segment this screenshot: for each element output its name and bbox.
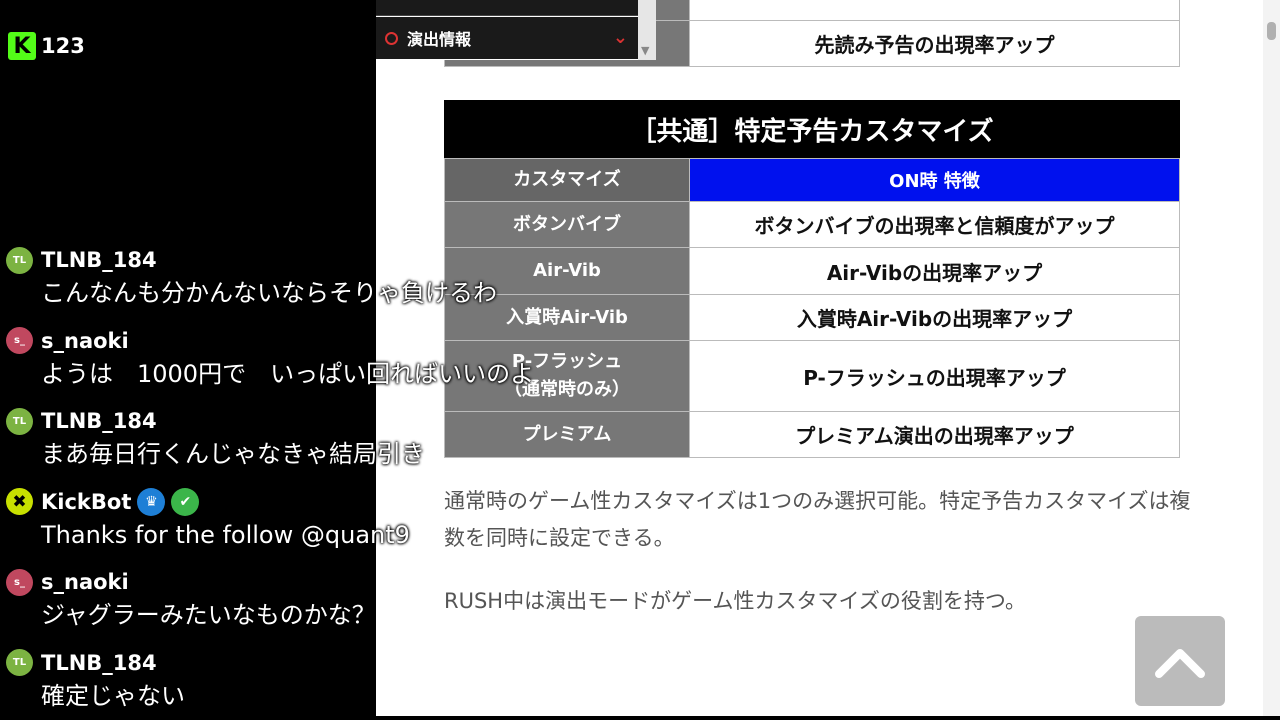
kick-logo-icon: K [8, 32, 36, 60]
page-scrollbar[interactable] [1263, 0, 1280, 716]
viewer-badge: K 123 [8, 32, 85, 60]
chat-message: s_ s_naoki ようは 1000円で いっぱい回ればいいのよ [6, 325, 626, 406]
row-name: ボタンバイブ [444, 201, 690, 248]
avatar: TL [6, 407, 33, 435]
row-feature: 入賞時Air-Vibの出現率アップ [689, 294, 1180, 341]
row-feature: Air-Vibの出現率アップ [689, 247, 1180, 295]
chat-message: TL TLNB_184 まあ毎日行くんじゃなきゃ結局引き [6, 405, 626, 486]
chat-text: Thanks for the follow @quant9 [41, 520, 410, 549]
avatar: s_ [6, 568, 33, 596]
chat-text: ジャグラーみたいなものかな？ [41, 601, 376, 629]
viewer-count: 123 [41, 34, 85, 58]
row-feature: P-フラッシュの出現率アップ [689, 340, 1180, 412]
crown-badge-icon: ♛ [137, 487, 166, 516]
circle-bullet-icon [385, 31, 398, 45]
chat-text: ようは 1000円で いっぱい回ればいいのよ [41, 359, 535, 388]
chat-text: 確定じゃない [41, 681, 185, 710]
chevron-down-icon[interactable]: ⌄ [613, 27, 628, 48]
header-on-feature: ON時 特徴 [689, 158, 1180, 202]
avatar: TL [6, 649, 33, 676]
table-cell: 先読み予告の出現率アップ [689, 20, 1180, 67]
table-header-row: カスタマイズ ON時 特徴 [444, 158, 1180, 202]
verified-badge-icon: ✔ [171, 487, 200, 516]
nav-item-previous[interactable] [376, 0, 638, 16]
nav-item-label: 演出情報 [407, 30, 472, 49]
kickbot-avatar-icon: ✖ [6, 488, 33, 515]
chat-username[interactable]: TLNB_184 [41, 248, 157, 272]
header-customize: カスタマイズ [444, 158, 690, 202]
chat-username[interactable]: KickBot [41, 490, 131, 514]
back-to-top-button[interactable] [1135, 616, 1225, 706]
scrollbar-thumb[interactable] [1267, 22, 1276, 40]
chat-username[interactable]: TLNB_184 [41, 651, 157, 675]
chat-text: まあ毎日行くんじゃなきゃ結局引き [41, 440, 425, 468]
nav-scrollbar[interactable]: ▼ [638, 0, 656, 60]
scroll-down-arrow-icon[interactable]: ▼ [641, 44, 649, 57]
chat-username[interactable]: TLNB_184 [41, 409, 157, 433]
chat-message: s_ s_naoki ジャグラーみたいなものかな？ [6, 566, 626, 647]
chat-text: こんなんも分かんないならそりゃ負けるわ [41, 279, 497, 307]
chevron-up-icon [1155, 649, 1205, 678]
avatar: TL [6, 246, 33, 274]
chat-message: TL TLNB_184 確定じゃない [6, 647, 626, 720]
chat-message: TL TLNB_184 こんなんも分かんないならそりゃ負けるわ [6, 244, 626, 325]
chat-username[interactable]: s_naoki [41, 329, 129, 353]
chat-overlay: TL TLNB_184 こんなんも分かんないならそりゃ負けるわ s_ s_nao… [6, 244, 626, 720]
chat-username[interactable]: s_naoki [41, 570, 129, 594]
avatar: s_ [6, 327, 33, 354]
row-feature: ボタンバイブの出現率と信頼度がアップ [689, 201, 1180, 248]
nav-dropdown-menu: 演出情報 ⌄ ▼ [376, 0, 656, 60]
nav-item-enshutsu[interactable]: 演出情報 ⌄ [376, 17, 638, 59]
table-row: ボタンバイブ ボタンバイブの出現率と信頼度がアップ [444, 201, 1180, 248]
customize-section-title: ［共通］特定予告カスタマイズ [444, 100, 1180, 158]
chat-message: ✖ KickBot ♛ ✔ Thanks for the follow @qua… [6, 486, 626, 567]
row-feature: プレミアム演出の出現率アップ [689, 411, 1180, 458]
